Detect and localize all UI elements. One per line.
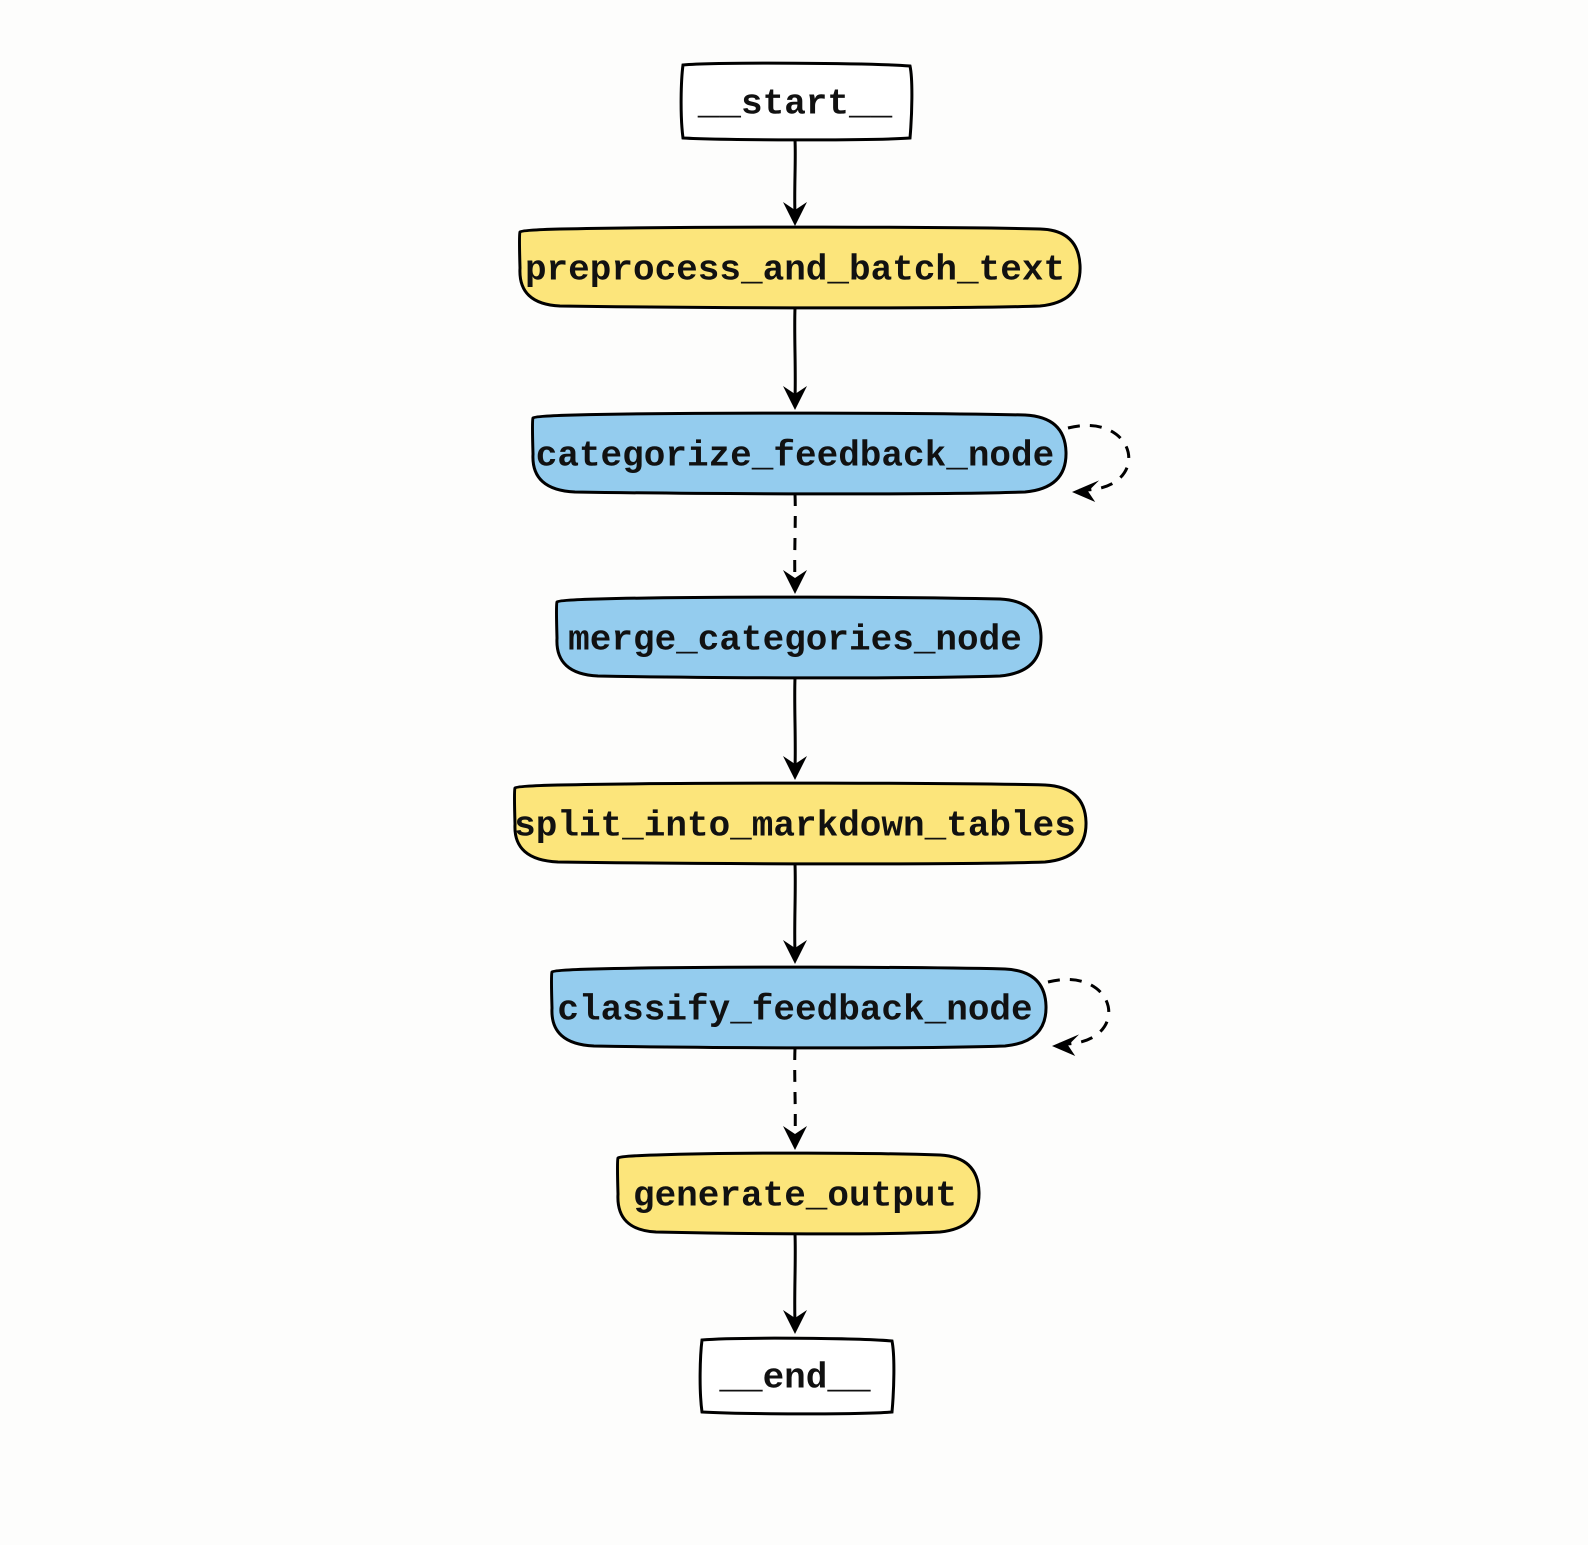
self-loop-categorize (1068, 425, 1129, 490)
edge-categorize-merge (783, 494, 807, 594)
node-generate-label: generate_output (633, 1176, 957, 1217)
node-start: __start__ (681, 63, 912, 140)
edge-start-preprocess (783, 140, 807, 226)
node-preprocess: preprocess_and_batch_text (520, 227, 1081, 308)
self-loop-classify (1048, 979, 1109, 1044)
flow-diagram: __start__ preprocess_and_batch_text cate… (0, 0, 1588, 1545)
node-generate: generate_output (618, 1153, 980, 1234)
node-merge: merge_categories_node (557, 597, 1042, 678)
edge-merge-split (783, 678, 807, 780)
node-end: __end__ (700, 1338, 894, 1414)
edge-preprocess-categorize (783, 308, 807, 410)
node-classify: classify_feedback_node (552, 967, 1109, 1056)
node-start-label: __start__ (697, 84, 893, 125)
node-classify-label: classify_feedback_node (557, 990, 1032, 1031)
node-merge-label: merge_categories_node (568, 620, 1022, 661)
node-split: split_into_markdown_tables (514, 783, 1086, 864)
edge-generate-end (783, 1234, 807, 1334)
diagram-canvas: { "diagram": { "nodes": { "start": { "la… (0, 0, 1588, 1545)
node-split-label: split_into_markdown_tables (514, 806, 1076, 847)
node-categorize-label: categorize_feedback_node (536, 436, 1054, 477)
node-preprocess-label: preprocess_and_batch_text (525, 250, 1065, 291)
node-categorize: categorize_feedback_node (533, 413, 1129, 502)
edge-split-classify (783, 864, 807, 964)
edge-classify-generate (783, 1048, 807, 1150)
node-end-label: __end__ (718, 1358, 871, 1399)
